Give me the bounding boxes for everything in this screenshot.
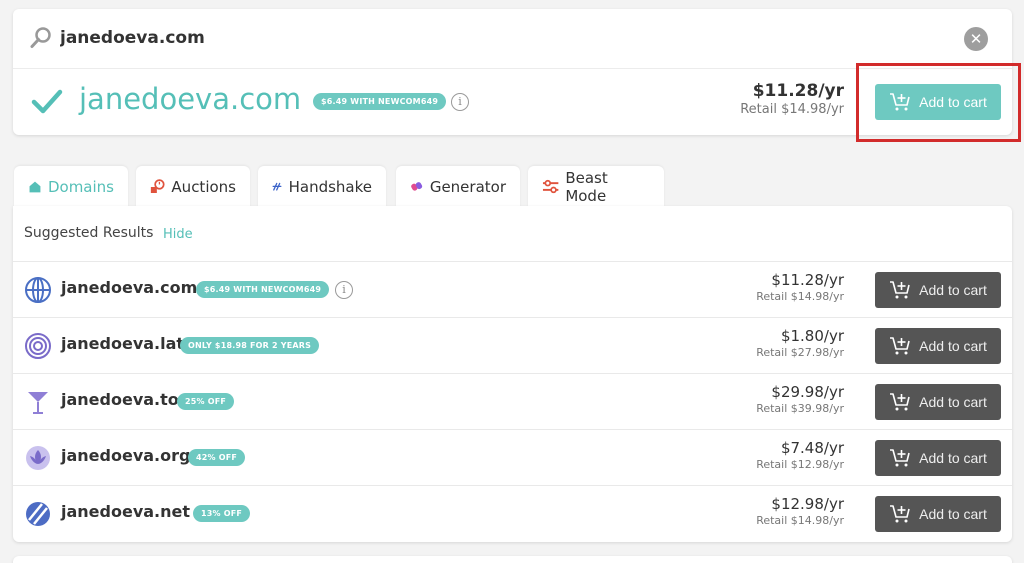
auction-clock-icon xyxy=(150,179,165,193)
add-to-cart-label: Add to cart xyxy=(919,282,987,298)
sliders-icon xyxy=(542,179,559,194)
add-to-cart-button[interactable]: Add to cart xyxy=(875,496,1001,532)
promo-badge: 42% OFF xyxy=(188,449,246,466)
tab-domains[interactable]: Domains xyxy=(14,166,128,208)
result-row: janedoeva.org 42% OFF $7.48/yr Retail $1… xyxy=(13,429,1012,485)
retail-price: Retail $14.98/yr xyxy=(756,290,844,303)
tab-label: Auctions xyxy=(171,178,236,196)
result-row: janedoeva.lat ONLY $18.98 FOR 2 YEARS $1… xyxy=(13,317,1012,373)
add-to-cart-label: Add to cart xyxy=(919,394,987,410)
result-row: janedoeva.to 25% OFF $29.98/yr Retail $3… xyxy=(13,373,1012,429)
promo-badge: ONLY $18.98 FOR 2 YEARS xyxy=(180,337,320,354)
price-per-year: $12.98/yr xyxy=(771,495,844,513)
next-section-card xyxy=(13,556,1012,563)
result-row: janedoeva.net 13% OFF $12.98/yr Retail $… xyxy=(13,485,1012,541)
globe-icon xyxy=(25,277,51,303)
tab-label: Generator xyxy=(429,178,506,196)
add-to-cart-button[interactable]: Add to cart xyxy=(875,440,1001,476)
retail-price: Retail $14.98/yr xyxy=(740,102,844,117)
results-panel: Suggested Results Hide janedoeva.com $6.… xyxy=(13,206,1012,542)
result-row: janedoeva.com $6.49 WITH NEWCOM649 i $11… xyxy=(13,261,1012,317)
promo-badge: $6.49 WITH NEWCOM649 xyxy=(196,281,330,298)
add-cart-icon xyxy=(890,337,910,355)
handshake-icon xyxy=(272,182,282,191)
search-input[interactable] xyxy=(60,23,860,53)
add-to-cart-button[interactable]: Add to cart xyxy=(875,384,1001,420)
search-icon xyxy=(30,27,51,48)
stripes-circle-icon xyxy=(26,502,50,526)
price-per-year: $29.98/yr xyxy=(771,383,844,401)
price: $11.28/yr Retail $14.98/yr xyxy=(756,271,844,303)
retail-price: Retail $14.98/yr xyxy=(756,514,844,527)
info-icon[interactable]: i xyxy=(451,93,469,111)
tab-label: Beast Mode xyxy=(565,169,608,205)
tab-label: Domains xyxy=(47,178,114,196)
add-cart-icon xyxy=(890,505,910,523)
price: $29.98/yr Retail $39.98/yr xyxy=(756,383,844,415)
tab-beast-mode[interactable]: Beast Mode xyxy=(528,166,664,208)
retail-price: Retail $12.98/yr xyxy=(756,458,844,471)
exact-price: $11.28/yr Retail $14.98/yr xyxy=(740,81,844,117)
price: $1.80/yr Retail $27.98/yr xyxy=(756,327,844,359)
add-cart-icon xyxy=(890,281,910,299)
search-bar: ✕ xyxy=(13,9,1012,69)
domain-name: janedoeva.lat xyxy=(61,334,185,353)
add-to-cart-label: Add to cart xyxy=(919,338,987,354)
price: $12.98/yr Retail $14.98/yr xyxy=(756,495,844,527)
highlight-annotation xyxy=(856,63,1021,142)
hide-link[interactable]: Hide xyxy=(163,227,193,242)
tab-label: Handshake xyxy=(288,178,372,196)
domain-name: janedoeva.net xyxy=(61,502,191,521)
tab-generator[interactable]: Generator xyxy=(396,166,520,208)
lotus-icon xyxy=(26,446,50,470)
price-per-year: $11.28/yr xyxy=(752,81,844,101)
target-rings-icon xyxy=(25,333,51,359)
domain-name: janedoeva.org xyxy=(61,446,191,465)
retail-price: Retail $27.98/yr xyxy=(756,346,844,359)
tab-handshake[interactable]: Handshake xyxy=(258,166,386,208)
price: $7.48/yr Retail $12.98/yr xyxy=(756,439,844,471)
cocktail-icon xyxy=(28,392,48,414)
domain-name: janedoeva.com xyxy=(61,278,198,297)
house-icon xyxy=(29,181,41,193)
add-cart-icon xyxy=(890,449,910,467)
add-to-cart-button[interactable]: Add to cart xyxy=(875,272,1001,308)
retail-price: Retail $39.98/yr xyxy=(756,402,844,415)
exact-domain-name: janedoeva.com xyxy=(79,82,302,116)
domain-name: janedoeva.to xyxy=(61,390,179,409)
add-to-cart-label: Add to cart xyxy=(919,506,987,522)
generator-icon xyxy=(411,182,423,191)
add-to-cart-label: Add to cart xyxy=(919,450,987,466)
price-per-year: $7.48/yr xyxy=(780,439,844,457)
promo-badge: 13% OFF xyxy=(193,505,251,522)
info-icon[interactable]: i xyxy=(335,281,353,299)
add-cart-icon xyxy=(890,393,910,411)
tab-auctions[interactable]: Auctions xyxy=(136,166,250,208)
results-title: Suggested Results xyxy=(24,225,154,241)
price-per-year: $11.28/yr xyxy=(771,271,844,289)
promo-badge: $6.49 WITH NEWCOM649 xyxy=(313,93,447,110)
promo-badge: 25% OFF xyxy=(177,393,235,410)
checkmark-icon xyxy=(31,89,63,114)
add-to-cart-button[interactable]: Add to cart xyxy=(875,328,1001,364)
clear-search-icon[interactable]: ✕ xyxy=(964,27,988,51)
price-per-year: $1.80/yr xyxy=(780,327,844,345)
